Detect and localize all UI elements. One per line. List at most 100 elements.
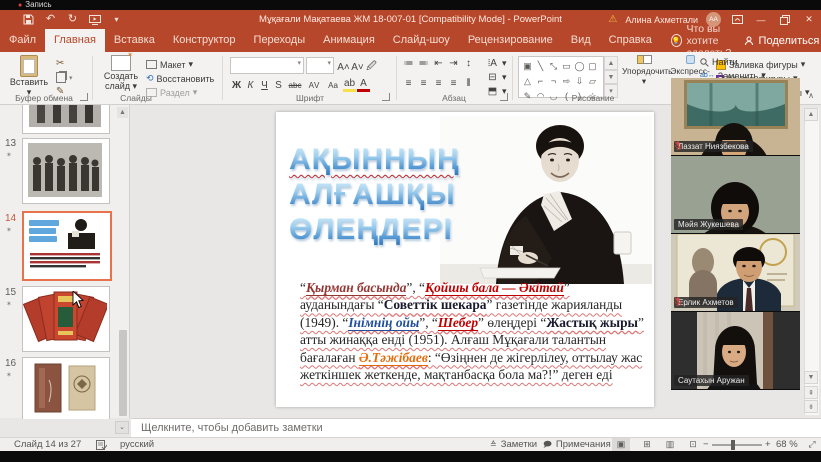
underline-button[interactable]: Ч (258, 80, 271, 91)
shape-parallelogram-icon[interactable]: ▱ (586, 75, 599, 88)
change-case-button[interactable]: Аа (324, 81, 342, 90)
layout-button[interactable]: Макет ▾ (146, 59, 193, 70)
minimize-button[interactable]: — (753, 12, 769, 27)
cut-button[interactable]: ✂ (56, 58, 64, 69)
thumbnail-slide-14-selected[interactable] (22, 211, 112, 281)
new-slide-button[interactable]: Создать слайд ▾ (98, 55, 144, 91)
shapes-scroll-down-icon[interactable]: ▼ (604, 70, 618, 84)
undo-icon[interactable]: ↶ (44, 13, 57, 26)
slide-body-text[interactable]: “Қырман басында”, “Қойшы бала — Әкітай” … (300, 279, 645, 383)
slide-sorter-view-button[interactable]: ⊞ (638, 438, 656, 451)
notes-placeholder[interactable]: Щелкните, чтобы добавить заметки (131, 418, 821, 437)
character-spacing-button[interactable]: АV (305, 81, 323, 90)
text-shadow-button[interactable]: S (272, 80, 285, 91)
grow-font-icon[interactable]: A˄ (337, 62, 350, 73)
tab-Файл[interactable]: Файл (0, 29, 45, 52)
paste-button[interactable]: Вставить▾ (8, 55, 50, 97)
align-text-button[interactable]: ⊟▾ (486, 72, 507, 83)
tab-Анимация[interactable]: Анимация (314, 29, 384, 52)
grow-shrink-font[interactable]: A˄A˅🖉 (337, 59, 378, 76)
slide-title-wordart[interactable]: АҚЫННЫҢ АЛҒАШҚЫ ӨЛЕҢДЕРІ (289, 142, 460, 247)
clipboard-dialog-launcher-icon[interactable] (80, 93, 88, 101)
increase-indent-icon[interactable]: ⇥ (447, 58, 460, 69)
font-dialog-launcher-icon[interactable] (382, 93, 390, 101)
zoom-slider[interactable] (712, 444, 762, 446)
find-button[interactable]: Найти (700, 57, 738, 67)
close-button[interactable]: ✕ (801, 12, 817, 27)
participant-tile-2[interactable]: Мәйя Жукешева (671, 156, 800, 234)
shape-roundrect-icon[interactable]: ▢ (586, 60, 599, 73)
participant-tile-3[interactable]: Ерлик Ахметов (671, 234, 800, 312)
shape-triangle-icon[interactable]: △ (521, 75, 534, 88)
justify-icon[interactable]: ≡ (447, 78, 460, 89)
align-left-icon[interactable]: ≡ (402, 78, 415, 89)
save-icon[interactable] (22, 13, 35, 26)
tab-Справка[interactable]: Справка (600, 29, 661, 52)
italic-button[interactable]: К (244, 80, 257, 91)
shape-elbow-icon[interactable]: ⌐ (534, 75, 547, 88)
comments-toggle[interactable]: 🗩Примечания (543, 438, 611, 451)
next-slide-button[interactable]: ⇟ (804, 400, 818, 413)
tab-Конструктор[interactable]: Конструктор (164, 29, 245, 52)
decrease-indent-icon[interactable]: ⇤ (432, 58, 445, 69)
shape-rect-icon[interactable]: ▭ (560, 60, 573, 73)
start-slideshow-icon[interactable] (88, 13, 101, 26)
zoom-out-button[interactable]: − (703, 438, 709, 451)
restore-button[interactable] (777, 12, 793, 27)
scroll-down-icon[interactable]: ▼ (804, 371, 818, 384)
shape-line-icon[interactable]: ╲ (534, 60, 547, 73)
line-spacing-icon[interactable]: ↕ (462, 58, 475, 69)
participant-tile-1[interactable]: Лаззат Ниязбекова (671, 78, 800, 156)
customize-qat-caret-icon[interactable]: ▾ (110, 13, 123, 26)
slideshow-view-button[interactable]: ⊡ (684, 438, 702, 451)
shape-arrow-right-icon[interactable]: ⇨ (560, 75, 573, 88)
bullets-icon[interactable]: ≔ (402, 58, 415, 69)
thumbnail-slide-16[interactable] (22, 357, 110, 419)
redo-icon[interactable]: ↻ (66, 13, 79, 26)
tab-Переходы[interactable]: Переходы (245, 29, 315, 52)
reading-view-button[interactable]: ▥ (661, 438, 679, 451)
notes-splitter-button[interactable]: ⌄ (115, 421, 129, 434)
participant-tile-4[interactable]: Саутахын Аружан (671, 312, 800, 390)
zoom-level[interactable]: 68 % (776, 438, 798, 451)
tab-Вид[interactable]: Вид (562, 29, 600, 52)
thumbnails-scrollbar-thumb[interactable] (119, 330, 127, 416)
shapes-gallery[interactable]: ▣╲⤡▭◯▢ △⌐¬⇨⇩▱ ✎◠◡()☆ (518, 56, 604, 98)
zoom-slider-thumb[interactable] (731, 440, 735, 450)
shape-textbox-icon[interactable]: ▣ (521, 60, 534, 73)
share-button[interactable]: Поделиться (744, 29, 821, 52)
scroll-up-icon[interactable]: ▲ (804, 108, 818, 121)
shape-elbow2-icon[interactable]: ¬ (547, 75, 560, 88)
font-color-button[interactable]: A (357, 78, 370, 92)
bold-button[interactable]: Ж (230, 80, 243, 91)
clear-formatting-icon[interactable]: 🖉 (365, 59, 378, 76)
strikethrough-button[interactable]: abc (286, 81, 304, 90)
shape-oval-icon[interactable]: ◯ (573, 60, 586, 73)
slide-canvas[interactable]: АҚЫННЫҢ АЛҒАШҚЫ ӨЛЕҢДЕРІ “Қырман басында… (276, 112, 654, 407)
tab-Слайд-шоу[interactable]: Слайд-шоу (384, 29, 459, 52)
numbering-icon[interactable]: ≕ (417, 58, 430, 69)
highlight-color-button[interactable]: ab (343, 78, 356, 92)
collapse-ribbon-icon[interactable]: ∧ (804, 91, 818, 103)
zoom-in-button[interactable]: + (765, 438, 771, 451)
copy-button[interactable]: ▾ (56, 72, 73, 83)
arrange-button[interactable]: Упорядочить▾ (622, 55, 666, 86)
shapes-scroll-up-icon[interactable]: ▲ (604, 56, 618, 70)
text-direction-button[interactable]: ⦙A▾ (486, 58, 507, 69)
reset-slide-button[interactable]: ⟲Восстановить (146, 73, 214, 84)
notes-toggle[interactable]: ≙Заметки (490, 438, 537, 451)
tab-Рецензирование[interactable]: Рецензирование (459, 29, 562, 52)
tab-Главная[interactable]: Главная (45, 29, 105, 52)
align-right-icon[interactable]: ≡ (432, 78, 445, 89)
font-size-combo[interactable] (306, 57, 334, 74)
thumbnails-scroll-up-icon[interactable]: ▲ (117, 107, 128, 118)
font-name-combo[interactable] (230, 57, 304, 74)
tell-me-box[interactable]: 💡 Что вы хотите сделать? (661, 29, 744, 52)
thumbnail-slide-15[interactable] (22, 286, 110, 352)
shape-arrow-icon[interactable]: ⤡ (547, 60, 560, 73)
align-center-icon[interactable]: ≡ (417, 78, 430, 89)
normal-view-button[interactable]: ▣ (612, 438, 630, 451)
thumbnail-slide-12-partial[interactable] (22, 105, 110, 134)
fit-to-window-button[interactable]: ⤢ (803, 438, 821, 451)
language-indicator[interactable]: русский (120, 438, 154, 451)
